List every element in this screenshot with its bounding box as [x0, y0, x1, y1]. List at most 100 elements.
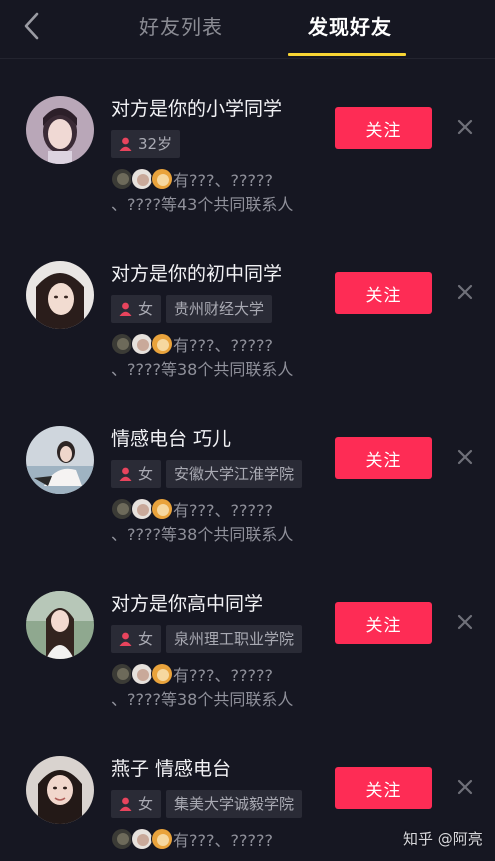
gender-tag: 女 — [111, 295, 162, 323]
close-icon — [457, 119, 473, 135]
suggestion-row: 对方是你的小学同学 32岁 有???、????? 、????等43个共同联系人 … — [0, 59, 495, 224]
suggestion-name: 对方是你的小学同学 — [111, 98, 283, 120]
avatar[interactable] — [26, 591, 94, 659]
tag-text: 女 — [138, 630, 154, 648]
suggestion-name: 对方是你的初中同学 — [111, 263, 283, 285]
avatar[interactable] — [26, 261, 94, 329]
follow-button[interactable]: 关注 — [335, 767, 432, 809]
avatar[interactable] — [26, 426, 94, 494]
follow-button[interactable]: 关注 — [335, 107, 432, 149]
avatar-photo-icon — [26, 261, 94, 329]
watermark: 知乎 @阿亮 — [403, 830, 483, 848]
mutual-contacts: 有???、????? 、????等38个共同联系人 — [111, 498, 331, 547]
person-icon — [119, 467, 132, 481]
mutual-avatars — [111, 498, 173, 520]
mutual-text-line1: 有???、????? — [173, 336, 273, 355]
mutual-avatars — [111, 333, 173, 355]
mutual-text-line2: 、????等38个共同联系人 — [111, 360, 294, 379]
avatar-photo-icon — [26, 591, 94, 659]
mutual-contacts: 有???、????? 、????等38个共同联系人 — [111, 663, 331, 712]
close-icon — [457, 779, 473, 795]
tag-text: 女 — [138, 300, 154, 318]
mini-avatar — [111, 168, 133, 190]
mutual-text-line2: 、????等38个共同联系人 — [111, 690, 294, 709]
mutual-text-line1: 有???、????? — [173, 501, 273, 520]
mini-avatar — [111, 498, 133, 520]
mutual-contacts: 有???、????? — [111, 828, 331, 853]
tag-text: 贵州财经大学 — [174, 300, 265, 318]
person-icon — [119, 137, 132, 151]
tag-group: 女 泉州理工职业学院 — [111, 625, 303, 653]
age-tag: 32岁 — [111, 130, 181, 158]
back-button[interactable] — [18, 10, 46, 42]
follow-button[interactable]: 关注 — [335, 437, 432, 479]
mutual-avatars — [111, 828, 173, 850]
dismiss-button[interactable] — [457, 284, 473, 300]
mutual-contacts: 有???、????? 、????等38个共同联系人 — [111, 333, 331, 382]
mini-avatar — [151, 663, 173, 685]
mutual-text-line2: 、????等38个共同联系人 — [111, 525, 294, 544]
tab-friend-list[interactable]: 好友列表 — [139, 12, 223, 42]
suggestion-name: 情感电台 巧儿 — [111, 428, 232, 450]
mini-avatar — [111, 333, 133, 355]
mini-avatar — [131, 498, 153, 520]
mini-avatar — [151, 828, 173, 850]
tag-text: 集美大学诚毅学院 — [174, 795, 295, 813]
avatar-photo-icon — [26, 426, 94, 494]
top-nav: 好友列表 发现好友 — [0, 0, 495, 58]
mutual-text-line1: 有???、????? — [173, 831, 273, 850]
suggestion-name: 对方是你高中同学 — [111, 593, 264, 615]
tag-group: 女 安徽大学江淮学院 — [111, 460, 303, 488]
gender-tag: 女 — [111, 625, 162, 653]
school-tag: 贵州财经大学 — [166, 295, 273, 323]
dismiss-button[interactable] — [457, 614, 473, 630]
mini-avatar — [111, 828, 133, 850]
tag-text: 泉州理工职业学院 — [174, 630, 295, 648]
mini-avatar — [131, 168, 153, 190]
mutual-avatars — [111, 168, 173, 190]
tag-group: 女 贵州财经大学 — [111, 295, 273, 323]
avatar[interactable] — [26, 756, 94, 824]
tag-text: 安徽大学江淮学院 — [174, 465, 295, 483]
mini-avatar — [131, 333, 153, 355]
tag-text: 32岁 — [138, 135, 173, 153]
close-icon — [457, 284, 473, 300]
school-tag: 泉州理工职业学院 — [166, 625, 303, 653]
suggestion-list: 对方是你的小学同学 32岁 有???、????? 、????等43个共同联系人 … — [0, 59, 495, 861]
mini-avatar — [131, 663, 153, 685]
gender-tag: 女 — [111, 460, 162, 488]
person-icon — [119, 302, 132, 316]
dismiss-button[interactable] — [457, 449, 473, 465]
person-icon — [119, 797, 132, 811]
suggestion-name: 燕子 情感电台 — [111, 758, 232, 780]
tag-group: 女 集美大学诚毅学院 — [111, 790, 303, 818]
follow-button[interactable]: 关注 — [335, 602, 432, 644]
mutual-avatars — [111, 663, 173, 685]
follow-button[interactable]: 关注 — [335, 272, 432, 314]
person-icon — [119, 632, 132, 646]
mini-avatar — [151, 168, 173, 190]
suggestion-row: 情感电台 巧儿 女 安徽大学江淮学院 有???、????? 、????等38个共… — [0, 389, 495, 554]
dismiss-button[interactable] — [457, 119, 473, 135]
chevron-left-icon — [24, 12, 39, 40]
tag-text: 女 — [138, 465, 154, 483]
close-icon — [457, 614, 473, 630]
avatar-photo-icon — [26, 756, 94, 824]
school-tag: 安徽大学江淮学院 — [166, 460, 303, 488]
mini-avatar — [111, 663, 133, 685]
mini-avatar — [151, 333, 173, 355]
gender-tag: 女 — [111, 790, 162, 818]
close-icon — [457, 449, 473, 465]
mutual-text-line1: 有???、????? — [173, 666, 273, 685]
dismiss-button[interactable] — [457, 779, 473, 795]
suggestion-row: 对方是你的初中同学 女 贵州财经大学 有???、????? 、????等38个共… — [0, 224, 495, 389]
mini-avatar — [151, 498, 173, 520]
tag-group: 32岁 — [111, 130, 181, 158]
tab-discover-friends[interactable]: 发现好友 — [308, 12, 392, 42]
tag-text: 女 — [138, 795, 154, 813]
school-tag: 集美大学诚毅学院 — [166, 790, 303, 818]
avatar[interactable] — [26, 96, 94, 164]
mini-avatar — [131, 828, 153, 850]
mutual-text-line1: 有???、????? — [173, 171, 273, 190]
discover-friends-screen: 好友列表 发现好友 对方是你的小学同学 32岁 有???、????? 、????… — [0, 0, 495, 861]
